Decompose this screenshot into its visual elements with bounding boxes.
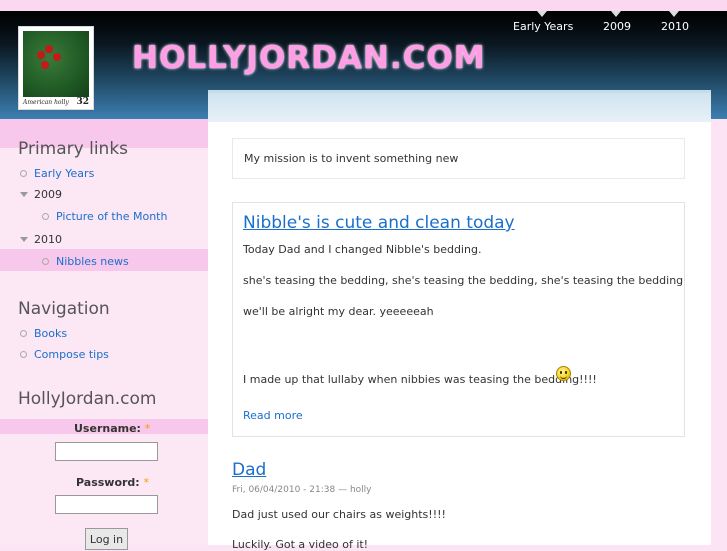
node-teaser [232, 202, 685, 437]
primary-links-title: Primary links [18, 139, 129, 159]
node-body-line: we'll be alright my dear. yeeeeeah [243, 305, 434, 318]
node-submitted: Fri, 06/04/2010 - 21:38 — holly [232, 485, 372, 495]
login-block-title: HollyJordan.com [18, 389, 157, 409]
password-input[interactable] [55, 495, 158, 514]
node-body-line: I made up that lullaby when nibbies was … [243, 373, 597, 386]
bullet-icon [20, 170, 27, 177]
sidebar-item-books[interactable]: Books [34, 327, 67, 340]
top-nav: Early Years 2009 2010 [0, 0, 727, 40]
mission-box: My mission is to invent something new [232, 138, 685, 179]
expanded-caret-icon [20, 237, 28, 242]
sidebar-item-picture-of-the-month[interactable]: Picture of the Month [56, 210, 167, 223]
bullet-icon [42, 258, 49, 265]
expanded-caret-icon [20, 192, 28, 197]
site-name[interactable]: HOLLYJORDAN.COM [132, 40, 486, 76]
stamp-value: 32 [76, 97, 89, 107]
nav-item-2009[interactable]: 2009 [603, 20, 631, 33]
sidebar-item-2009[interactable]: 2009 [34, 188, 62, 201]
nav-item-2010[interactable]: 2010 [661, 20, 689, 33]
holly-illustration [23, 31, 89, 97]
password-label: Password: * [76, 476, 150, 489]
node-body-line: she's teasing the bedding, she's teasing… [243, 274, 684, 287]
nav-item-early-years[interactable]: Early Years [513, 20, 573, 33]
required-marker: * [144, 422, 151, 435]
mission-text: My mission is to invent something new [244, 152, 459, 165]
node-title[interactable]: Nibble's is cute and clean today [243, 213, 515, 233]
stamp-caption: American holly [23, 99, 69, 106]
bullet-icon [42, 213, 49, 220]
username-label: Username: * [74, 422, 151, 435]
node-body-line: Dad just used our chairs as weights!!!! [232, 508, 446, 521]
sidebar-item-2010[interactable]: 2010 [34, 233, 62, 246]
read-more-link[interactable]: Read more [243, 409, 303, 422]
username-input[interactable] [55, 442, 158, 461]
nav-marker-icon [537, 11, 547, 17]
smiley-icon [556, 366, 571, 381]
required-marker: * [143, 476, 150, 489]
content-panel-top [208, 90, 711, 122]
node-title[interactable]: Dad [232, 460, 266, 480]
node-body-line: Today Dad and I changed Nibble's bedding… [243, 243, 482, 256]
sidebar-item-early-years[interactable]: Early Years [34, 167, 94, 180]
nav-marker-icon [611, 11, 621, 17]
sidebar-item-compose-tips[interactable]: Compose tips [34, 348, 109, 361]
bullet-icon [20, 351, 27, 358]
nav-marker-icon [669, 11, 679, 17]
navigation-title: Navigation [18, 299, 110, 319]
log-in-button[interactable]: Log in [85, 528, 128, 550]
bullet-icon [20, 330, 27, 337]
sidebar-item-nibbles-news[interactable]: Nibbles news [56, 255, 129, 268]
